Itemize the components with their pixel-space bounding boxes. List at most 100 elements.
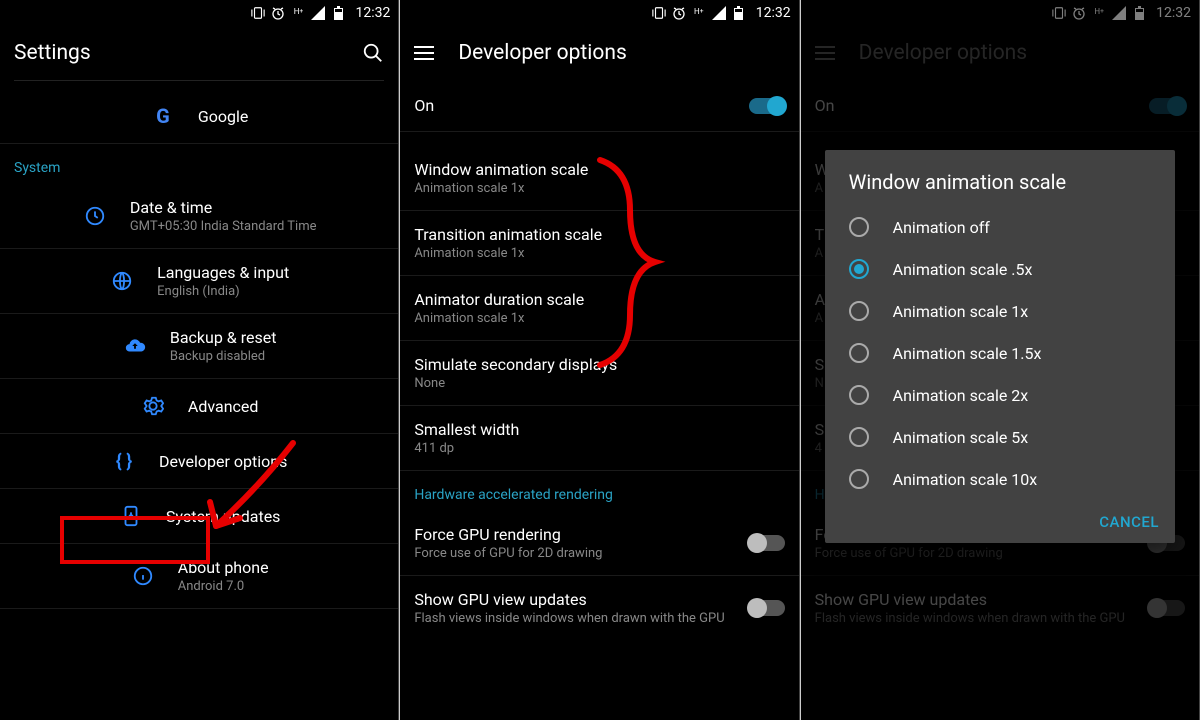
item-sub: None [414,376,784,391]
row-animator-duration-scale[interactable]: Animator duration scale Animation scale … [400,276,798,341]
radio-option-animation-15x[interactable]: Animation scale 1.5x [825,332,1175,374]
network-icon: H+ [692,4,706,18]
globe-icon [109,268,135,294]
cloud-upload-icon [122,333,148,359]
vibrate-icon [652,6,666,20]
item-label: Show GPU view updates [414,590,784,609]
dev-options-switch[interactable] [749,98,785,114]
network-icon: H+ [291,4,305,18]
item-label: Smallest width [414,420,784,439]
battery-icon [331,6,345,20]
clock-icon [82,203,108,229]
radio-icon [849,385,869,405]
item-label: Languages & input [157,263,289,282]
item-label: Google [198,107,249,126]
radio-option-animation-05x[interactable]: Animation scale .5x [825,248,1175,290]
menu-icon[interactable] [414,46,434,60]
radio-label: Animation off [893,218,990,237]
gear-icon [140,393,166,419]
item-sub: Backup disabled [170,349,277,364]
radio-icon [849,343,869,363]
radio-option-animation-off[interactable]: Animation off [825,206,1175,248]
item-sub: Force use of GPU for 2D drawing [414,546,784,561]
dev-toggle-row[interactable]: On [400,80,798,132]
settings-item-advanced[interactable]: Advanced [0,379,398,434]
item-label: Transition animation scale [414,225,784,244]
radio-option-animation-2x[interactable]: Animation scale 2x [825,374,1175,416]
settings-item-about-phone[interactable]: About phone Android 7.0 [0,544,398,609]
alarm-icon [672,6,686,20]
settings-item-developer-options[interactable]: { } Developer options [0,434,398,489]
show-gpu-switch[interactable] [749,600,785,616]
dev-options-list: On Window animation scale Animation scal… [400,80,798,720]
google-icon: G [150,103,176,129]
radio-label: Animation scale 5x [893,428,1029,447]
settings-item-google[interactable]: G Google [0,89,398,144]
info-icon [130,563,156,589]
item-sub: Animation scale 1x [414,246,784,261]
dialog-title: Window animation scale [825,170,1175,206]
radio-option-animation-10x[interactable]: Animation scale 10x [825,458,1175,500]
item-label: System updates [166,507,281,526]
dialog-window-animation-scale: Window animation scale Animation off Ani… [825,150,1175,543]
force-gpu-switch[interactable] [749,535,785,551]
item-label: Simulate secondary displays [414,355,784,374]
radio-label: Animation scale 1x [893,302,1029,321]
radio-icon [849,259,869,279]
vibrate-icon [251,6,265,20]
page-title: Developer options [458,41,626,65]
item-label: Backup & reset [170,328,277,347]
settings-list: G Google System Date & time GMT+05:30 In… [0,80,398,720]
radio-label: Animation scale .5x [893,260,1033,279]
screen-animation-dialog: H+ 12:32 Developer options On WA TA AA S… [801,0,1200,720]
item-label: About phone [178,558,269,577]
item-sub: GMT+05:30 India Standard Time [130,219,317,234]
section-hw-accel: Hardware accelerated rendering [400,471,798,511]
section-system: System [0,144,398,184]
app-bar: Settings [0,26,398,80]
item-label: Date & time [130,198,317,217]
radio-option-animation-5x[interactable]: Animation scale 5x [825,416,1175,458]
item-label: Animator duration scale [414,290,784,309]
status-bar: H+ 12:32 [0,0,398,26]
row-show-gpu-view-updates[interactable]: Show GPU view updates Flash views inside… [400,576,798,640]
search-icon[interactable] [362,42,384,64]
app-bar: Developer options [400,26,798,80]
settings-item-languages[interactable]: Languages & input English (India) [0,249,398,314]
item-sub: English (India) [157,284,289,299]
row-transition-animation-scale[interactable]: Transition animation scale Animation sca… [400,211,798,276]
row-smallest-width[interactable]: Smallest width 411 dp [400,406,798,471]
radio-icon [849,427,869,447]
item-label: Force GPU rendering [414,525,784,544]
braces-icon: { } [111,448,137,474]
radio-label: Animation scale 1.5x [893,344,1042,363]
item-label: Advanced [188,397,259,416]
battery-icon [732,6,746,20]
item-sub: Android 7.0 [178,579,269,594]
screen-settings: H+ 12:32 Settings G Google System Date &… [0,0,399,720]
signal-icon [311,6,325,20]
cancel-button[interactable]: CANCEL [1099,513,1159,531]
settings-item-backup[interactable]: Backup & reset Backup disabled [0,314,398,379]
item-sub: Flash views inside windows when drawn wi… [414,611,784,626]
row-window-animation-scale[interactable]: Window animation scale Animation scale 1… [400,146,798,211]
item-sub: Animation scale 1x [414,181,784,196]
radio-icon [849,301,869,321]
item-sub: 411 dp [414,441,784,456]
screen-developer-options: H+ 12:32 Developer options On Window ani… [400,0,799,720]
radio-label: Animation scale 2x [893,386,1029,405]
settings-item-datetime[interactable]: Date & time GMT+05:30 India Standard Tim… [0,184,398,249]
phone-download-icon [118,503,144,529]
row-simulate-secondary-displays[interactable]: Simulate secondary displays None [400,341,798,406]
dialog-actions: CANCEL [825,500,1175,543]
row-force-gpu-rendering[interactable]: Force GPU rendering Force use of GPU for… [400,511,798,576]
settings-item-system-updates[interactable]: System updates [0,489,398,544]
item-sub: Animation scale 1x [414,311,784,326]
status-clock: 12:32 [756,5,791,21]
alarm-icon [271,6,285,20]
on-label: On [414,96,784,115]
radio-option-animation-1x[interactable]: Animation scale 1x [825,290,1175,332]
status-clock: 12:32 [355,5,390,21]
page-title: Settings [14,41,91,65]
radio-icon [849,217,869,237]
